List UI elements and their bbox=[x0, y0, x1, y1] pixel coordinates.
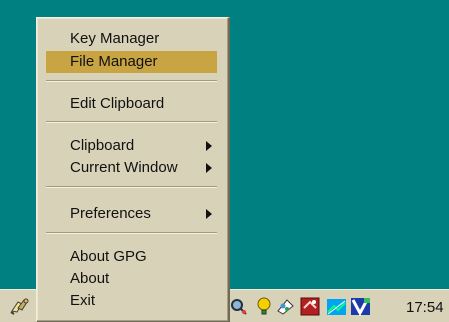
search-tray-icon[interactable] bbox=[228, 296, 249, 317]
menu-separator bbox=[46, 232, 217, 234]
menu-item-label: Edit Clipboard bbox=[70, 95, 165, 112]
menu-item-label: Preferences bbox=[70, 205, 151, 222]
menu-item-clipboard[interactable]: Clipboard bbox=[46, 135, 217, 157]
clock[interactable]: 17:54 bbox=[406, 299, 444, 316]
menu-item-label: About GPG bbox=[70, 248, 147, 265]
menu-item-label: File Manager bbox=[70, 53, 158, 70]
menu-item-label: Key Manager bbox=[70, 30, 160, 47]
menu-item-current-window[interactable]: Current Window bbox=[46, 157, 217, 179]
context-menu: Key Manager File Manager Edit Clipboard … bbox=[36, 17, 230, 322]
menu-item-edit-clipboard[interactable]: Edit Clipboard bbox=[46, 93, 217, 115]
menu-item-about[interactable]: About bbox=[46, 268, 217, 290]
menu-item-label: Current Window bbox=[70, 159, 178, 176]
submenu-arrow-icon bbox=[206, 209, 212, 219]
system-tray: 17:54 bbox=[228, 294, 444, 319]
menu-item-exit[interactable]: Exit bbox=[46, 290, 217, 312]
lightbulb-tray-icon[interactable] bbox=[254, 296, 275, 317]
submenu-arrow-icon bbox=[206, 141, 212, 151]
menu-separator bbox=[46, 186, 217, 188]
menu-separator bbox=[46, 80, 217, 82]
volume-tray-icon[interactable] bbox=[350, 296, 371, 317]
menu-item-key-manager[interactable]: Key Manager bbox=[46, 28, 217, 50]
menu-separator bbox=[46, 121, 217, 123]
menu-item-label: Clipboard bbox=[70, 137, 135, 154]
signal-tray-icon[interactable] bbox=[326, 296, 347, 317]
menu-item-preferences[interactable]: Preferences bbox=[46, 203, 217, 225]
paint-tray-icon[interactable] bbox=[275, 296, 296, 317]
menu-item-label: About bbox=[70, 270, 110, 287]
menu-item-label: Exit bbox=[70, 292, 96, 309]
red-app-tray-icon[interactable] bbox=[300, 296, 321, 317]
menu-item-file-manager[interactable]: File Manager bbox=[46, 51, 217, 73]
submenu-arrow-icon bbox=[206, 163, 212, 173]
menu-item-about-gpg[interactable]: About GPG bbox=[46, 246, 217, 268]
screen: 17:54 Key Manager File Manager Edit Clip… bbox=[0, 0, 449, 322]
gpg-key-icon[interactable] bbox=[8, 297, 30, 317]
